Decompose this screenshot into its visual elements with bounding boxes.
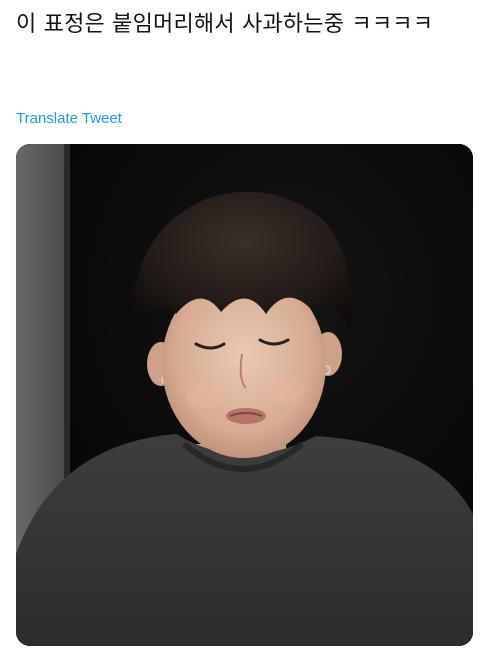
photo-illustration (16, 144, 473, 646)
tweet-media-photo[interactable] (16, 144, 473, 646)
translate-tweet-link[interactable]: Translate Tweet (16, 110, 122, 127)
tweet-card: 이 표정은 붙임머리해서 사과하는중 ㅋㅋㅋㅋ Translate Tweet (0, 0, 480, 667)
photo-shirt (16, 434, 473, 646)
tweet-text: 이 표정은 붙임머리해서 사과하는중 ㅋㅋㅋㅋ (16, 12, 434, 37)
